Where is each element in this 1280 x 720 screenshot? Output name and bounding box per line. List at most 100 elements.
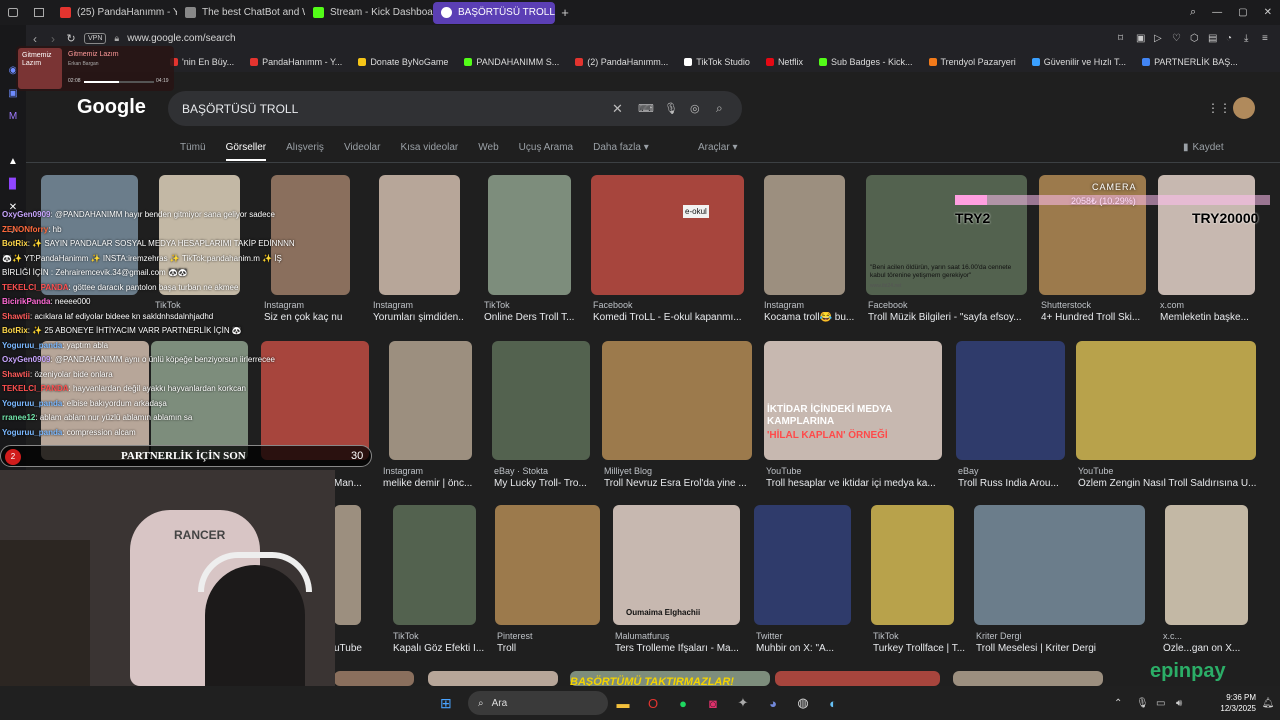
- result-source[interactable]: TikTok: [873, 631, 899, 641]
- chat-username[interactable]: Shawtii: [2, 370, 30, 379]
- result-image[interactable]: [389, 341, 472, 460]
- result-source[interactable]: Kriter Dergi: [976, 631, 1022, 641]
- result-title[interactable]: Muhbir on X: "A...: [756, 643, 866, 654]
- result-title[interactable]: Troll Russ India Arou...: [958, 478, 1068, 489]
- result-image[interactable]: [393, 505, 476, 625]
- chat-username[interactable]: rranee12: [2, 413, 35, 422]
- result-title[interactable]: Ters Trolleme İfşaları - Ma...: [615, 643, 740, 654]
- result-image[interactable]: [764, 175, 845, 295]
- result-image[interactable]: [591, 175, 744, 295]
- spotify-icon[interactable]: ●: [668, 696, 698, 711]
- obs-icon[interactable]: ◍: [788, 695, 818, 711]
- result-image[interactable]: [334, 671, 414, 686]
- opera-icon[interactable]: O: [638, 696, 668, 711]
- result-source[interactable]: Facebook: [593, 300, 633, 310]
- result-title[interactable]: Troll: [497, 643, 597, 654]
- result-title[interactable]: Kapalı Göz Efekti I...: [393, 643, 493, 654]
- result-image[interactable]: [956, 341, 1065, 460]
- result-image[interactable]: [953, 671, 1103, 686]
- result-image[interactable]: [613, 505, 740, 625]
- result-title[interactable]: 4+ Hundred Troll Ski...: [1041, 312, 1151, 323]
- result-source[interactable]: YouTube: [766, 466, 801, 476]
- app-icon[interactable]: ✦: [728, 695, 758, 711]
- steam-icon[interactable]: ◐: [818, 696, 848, 711]
- result-image[interactable]: [495, 505, 600, 625]
- chat-username[interactable]: TEKELCI_PANDA: [2, 384, 69, 393]
- volume-icon[interactable]: 🔊︎: [1176, 698, 1196, 709]
- song-artist: Erkan Bargan: [68, 61, 99, 67]
- result-source[interactable]: Facebook: [868, 300, 908, 310]
- taskbar-search[interactable]: ⌕ Ara: [468, 691, 608, 715]
- result-image[interactable]: [974, 505, 1145, 625]
- mic-icon[interactable]: 🎙︎: [1136, 698, 1156, 709]
- network-icon[interactable]: ▭: [1156, 698, 1176, 709]
- result-title[interactable]: Man...: [334, 478, 374, 489]
- result-image[interactable]: [602, 341, 752, 460]
- chat-message: Yoguruu_panda: elbise bakıyordum arkadaş…: [2, 399, 167, 408]
- result-image[interactable]: [754, 505, 851, 625]
- chat-username[interactable]: BicirikPanda: [2, 297, 50, 306]
- chat-username[interactable]: OxyGen0909: [2, 210, 50, 219]
- result-title[interactable]: Yorumları şimdiden...: [373, 312, 463, 323]
- result-title[interactable]: Troll hesaplar ve iktidar içi medya ka..…: [766, 478, 936, 489]
- result-image[interactable]: [379, 175, 460, 295]
- result-image[interactable]: [871, 505, 954, 625]
- result-source[interactable]: eBay · Stokta: [494, 466, 548, 476]
- result-image[interactable]: [492, 341, 590, 460]
- result-title[interactable]: My Lucky Troll- Tro...: [494, 478, 594, 489]
- chat-username[interactable]: Shawtii: [2, 312, 30, 321]
- result-source[interactable]: Milliyet Blog: [604, 466, 652, 476]
- result-title[interactable]: Kocama troll😂 bu...: [764, 312, 854, 323]
- result-title[interactable]: Troll Nevruz Esra Erol'da yine ...: [604, 478, 754, 489]
- result-source[interactable]: x.com: [1160, 300, 1184, 310]
- result-image[interactable]: [764, 341, 942, 460]
- result-image[interactable]: [428, 671, 558, 686]
- result-title[interactable]: melike demir | önc...: [383, 478, 483, 489]
- result-title[interactable]: Turkey Trollface | T...: [873, 643, 968, 654]
- chat-username[interactable]: ZENONforry: [2, 225, 48, 234]
- result-source[interactable]: Malumatfuruş: [615, 631, 670, 641]
- clock[interactable]: 9:36 PM 12/3/2025: [1196, 692, 1256, 714]
- discord-icon[interactable]: ◕: [758, 696, 788, 711]
- result-source[interactable]: TikTok: [484, 300, 510, 310]
- notifications-icon[interactable]: 🔔︎: [1256, 698, 1280, 709]
- result-title[interactable]: Özle...gan on X...: [1163, 643, 1243, 654]
- result-source[interactable]: Twitter: [756, 631, 783, 641]
- chat-username[interactable]: BotRix: [2, 326, 28, 335]
- chat-username[interactable]: BotRix: [2, 239, 28, 248]
- result-title[interactable]: uTube: [334, 643, 364, 654]
- result-source[interactable]: TikTok: [393, 631, 419, 641]
- chat-username[interactable]: OxyGen0909: [2, 355, 50, 364]
- result-title[interactable]: Memleketin başke...: [1160, 312, 1260, 323]
- media-player-widget[interactable]: Gitmemiz Lazım Gitmemiz Lazım Erkan Barg…: [16, 46, 174, 91]
- tray-chevron-icon[interactable]: ⌃: [1114, 698, 1136, 709]
- result-image[interactable]: [1039, 175, 1146, 295]
- result-source[interactable]: Instagram: [383, 466, 423, 476]
- result-image[interactable]: [775, 671, 940, 686]
- result-image[interactable]: [488, 175, 571, 295]
- result-source[interactable]: YouTube: [1078, 466, 1113, 476]
- result-image[interactable]: [334, 505, 361, 625]
- result-source[interactable]: Shutterstock: [1041, 300, 1091, 310]
- chat-username[interactable]: Yoguruu_panda: [2, 341, 62, 350]
- result-title[interactable]: Online Ders Troll T...: [484, 312, 574, 323]
- result-title[interactable]: Özlem Zengin Nasıl Troll Saldırısına U..…: [1078, 478, 1258, 489]
- result-title[interactable]: Komedi TroLL - E-okul kapanmı...: [593, 312, 753, 323]
- result-source[interactable]: Pinterest: [497, 631, 533, 641]
- progress-track[interactable]: [84, 81, 154, 83]
- chat-username[interactable]: Yoguruu_panda: [2, 428, 62, 437]
- start-icon[interactable]: ⊞: [440, 695, 468, 712]
- result-image[interactable]: [1158, 175, 1255, 295]
- chat-username[interactable]: Yoguruu_panda: [2, 399, 62, 408]
- result-image[interactable]: [1165, 505, 1248, 625]
- result-title[interactable]: Troll Müzik Bilgileri - "sayfa efsoy...: [868, 312, 1028, 323]
- chat-username[interactable]: TEKELCI_PANDA: [2, 283, 69, 292]
- result-source[interactable]: x.c...: [1163, 631, 1182, 641]
- result-source[interactable]: Instagram: [764, 300, 804, 310]
- instagram-icon[interactable]: ◙: [698, 696, 728, 711]
- bookshelf: [0, 540, 90, 686]
- result-image[interactable]: [1076, 341, 1256, 460]
- file-explorer-icon[interactable]: ▬: [608, 696, 638, 711]
- result-title[interactable]: Troll Meselesi | Kriter Dergi: [976, 643, 1146, 654]
- result-source[interactable]: eBay: [958, 466, 979, 476]
